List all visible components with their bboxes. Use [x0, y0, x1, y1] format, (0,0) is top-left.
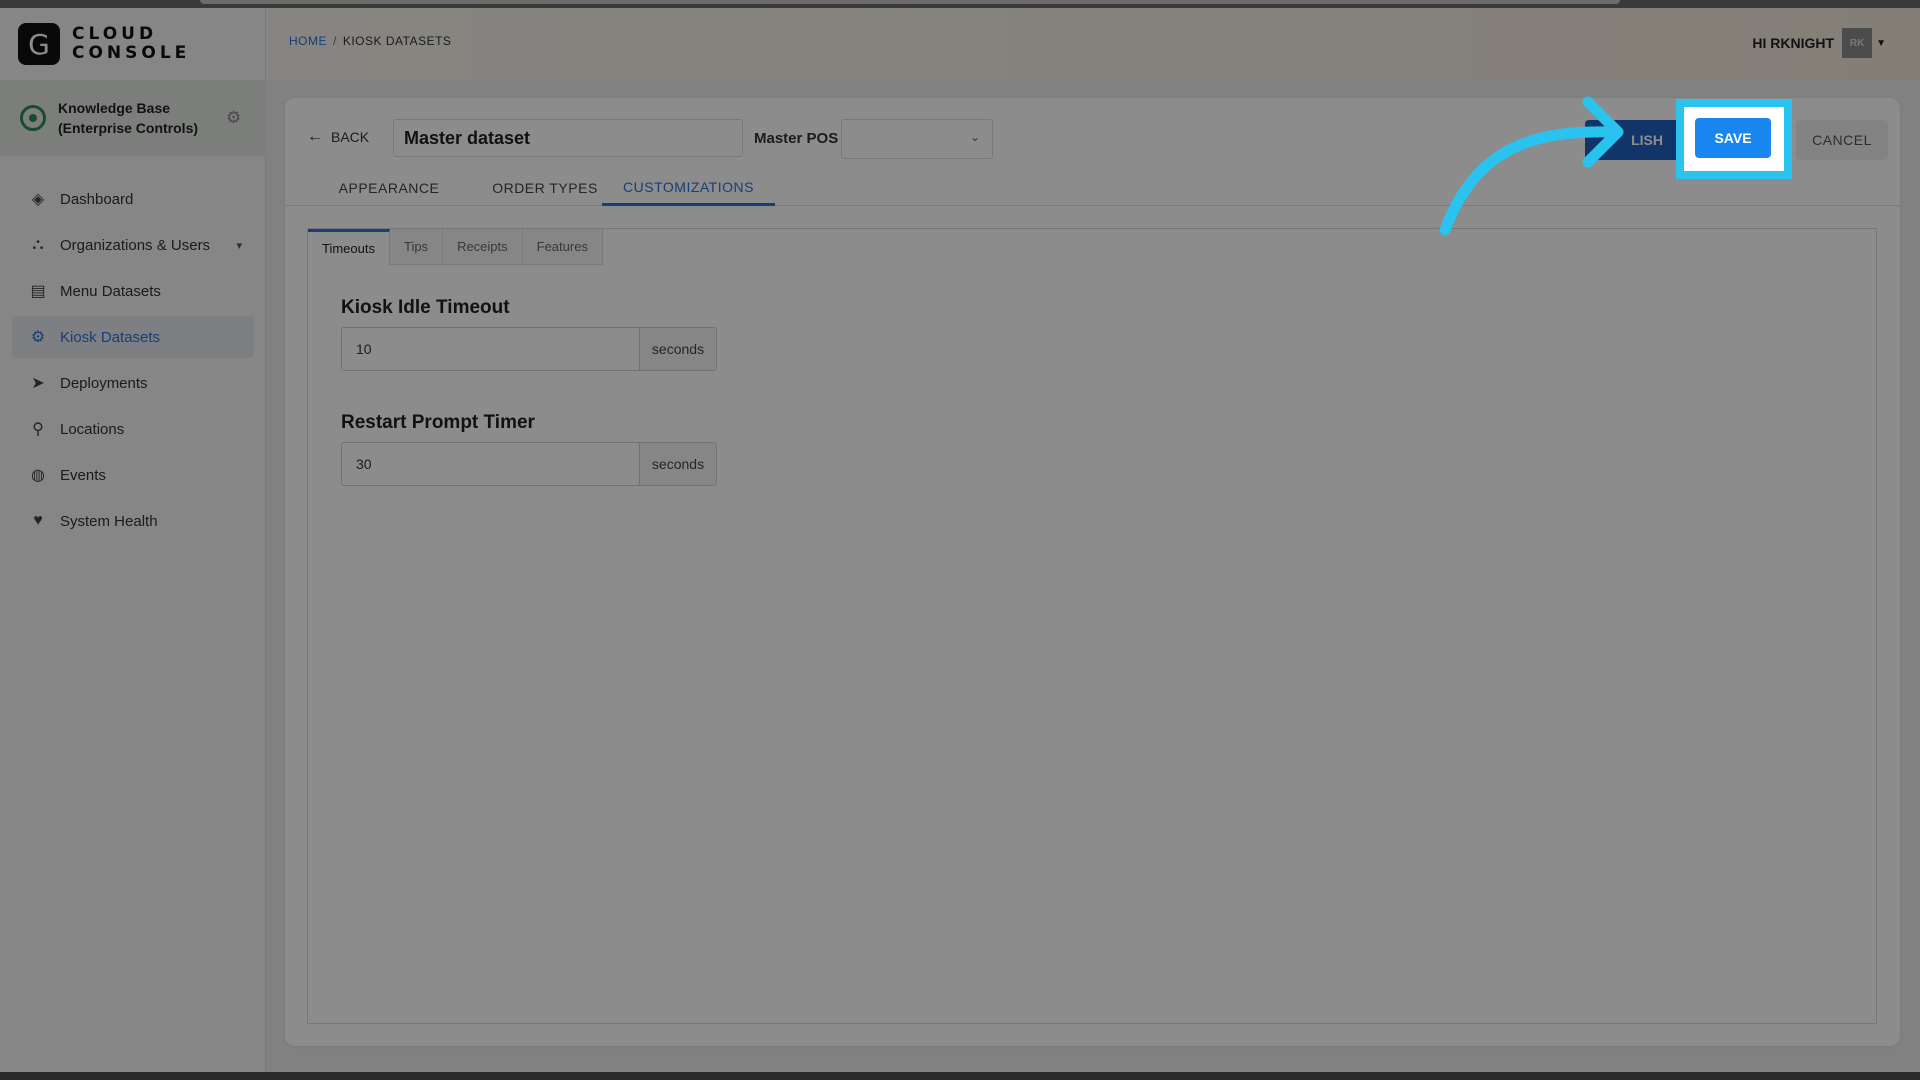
sidebar-item-locations[interactable]: ⚲ Locations	[12, 408, 254, 450]
top-header: HOME / KIOSK DATASETS HI RKNIGHT RK ▼	[266, 8, 1920, 80]
logo-text: CLOUD CONSOLE	[72, 25, 190, 63]
user-greeting: HI RKNIGHT	[1752, 35, 1835, 51]
customizations-panel: Timeouts Tips Receipts Features Kiosk Id…	[307, 228, 1877, 1024]
top-bar	[200, 0, 1620, 4]
sidebar-item-label: Menu Datasets	[60, 282, 161, 300]
sidebar-item-kiosk-datasets[interactable]: ⚙ Kiosk Datasets	[12, 316, 254, 358]
logo-line1: CLOUD	[72, 24, 158, 44]
heart-pulse-icon: ♥	[33, 512, 43, 529]
org-switcher[interactable]: Knowledge Base (Enterprise Controls) ⚙	[0, 80, 266, 156]
gear-icon: ⚙	[30, 329, 46, 346]
restart-prompt-timer-group: 30 seconds	[341, 442, 717, 486]
org-name: Knowledge Base (Enterprise Controls)	[58, 100, 199, 136]
subtab-tips[interactable]: Tips	[389, 229, 444, 265]
breadcrumb: HOME / KIOSK DATASETS	[289, 34, 451, 48]
kiosk-idle-timeout-input[interactable]: 10	[342, 328, 640, 370]
sidebar: G CLOUD CONSOLE Knowledge Base (Enterpri…	[0, 8, 266, 1072]
sidebar-item-organizations-users[interactable]: ⛬ Organizations & Users ▾	[12, 224, 254, 266]
logo-line2: CONSOLE	[72, 43, 191, 63]
restart-prompt-timer-title: Restart Prompt Timer	[341, 412, 535, 433]
org-chart-icon: ⛬	[32, 236, 44, 253]
sidebar-item-label: Deployments	[60, 374, 148, 392]
logo-mark: G	[18, 23, 60, 65]
sidebar-item-system-health[interactable]: ♥ System Health	[12, 500, 254, 542]
sidebar-item-label: System Health	[60, 512, 158, 530]
sidebar-item-label: Kiosk Datasets	[60, 328, 161, 346]
logo[interactable]: G CLOUD CONSOLE	[18, 22, 190, 66]
sidebar-item-menu-datasets[interactable]: ▤ Menu Datasets	[12, 270, 254, 312]
bottom-strip	[0, 1072, 1920, 1080]
subtab-receipts[interactable]: Receipts	[443, 229, 523, 265]
layers-icon: ◈	[31, 191, 45, 208]
subtabs: Timeouts Tips Receipts Features	[308, 229, 603, 265]
save-button[interactable]: SAVE	[1695, 118, 1771, 158]
kiosk-idle-timeout-title: Kiosk Idle Timeout	[341, 297, 510, 318]
caret-down-icon: ▼	[1876, 37, 1886, 49]
subtab-features[interactable]: Features	[522, 229, 603, 265]
gear-icon[interactable]: ⚙	[226, 108, 241, 128]
map-pin-icon: ⚲	[32, 421, 44, 438]
kiosk-idle-timeout-group: 10 seconds	[341, 327, 717, 371]
dataset-editor-card: ← BACK Master dataset Master POS ⌄ LISH …	[285, 98, 1900, 1046]
sidebar-item-label: Locations	[60, 420, 125, 438]
top-strip	[0, 0, 1920, 8]
chevron-down-icon[interactable]: ▾	[236, 239, 242, 252]
sidebar-item-deployments[interactable]: ➤ Deployments	[12, 362, 254, 404]
restart-prompt-timer-unit: seconds	[640, 443, 716, 485]
sidebar-item-events[interactable]: ◍ Events	[12, 454, 254, 496]
kiosk-idle-timeout-unit: seconds	[640, 328, 716, 370]
breadcrumb-home[interactable]: HOME	[289, 34, 327, 48]
avatar: RK	[1842, 28, 1873, 58]
highlight-layer: SAVE	[285, 98, 1900, 198]
user-menu[interactable]: HI RKNIGHT RK ▼	[1752, 28, 1886, 58]
sidebar-item-label: Dashboard	[60, 190, 134, 208]
menu-icon: ▤	[30, 283, 46, 300]
tutorial-arrow-icon	[1439, 96, 1624, 236]
globe-icon: ◍	[31, 467, 45, 484]
subtab-timeouts[interactable]: Timeouts	[308, 229, 390, 265]
sidebar-item-label: Organizations & Users	[60, 236, 211, 254]
breadcrumb-current: KIOSK DATASETS	[342, 34, 452, 48]
restart-prompt-timer-input[interactable]: 30	[342, 443, 640, 485]
breadcrumb-separator: /	[333, 34, 337, 48]
sidebar-item-label: Events	[60, 466, 106, 484]
sidebar-nav: ◈ Dashboard ⛬ Organizations & Users ▾ ▤ …	[12, 178, 254, 546]
sidebar-item-dashboard[interactable]: ◈ Dashboard	[12, 178, 254, 220]
paper-plane-icon: ➤	[31, 375, 45, 392]
location-target-icon	[20, 105, 46, 131]
